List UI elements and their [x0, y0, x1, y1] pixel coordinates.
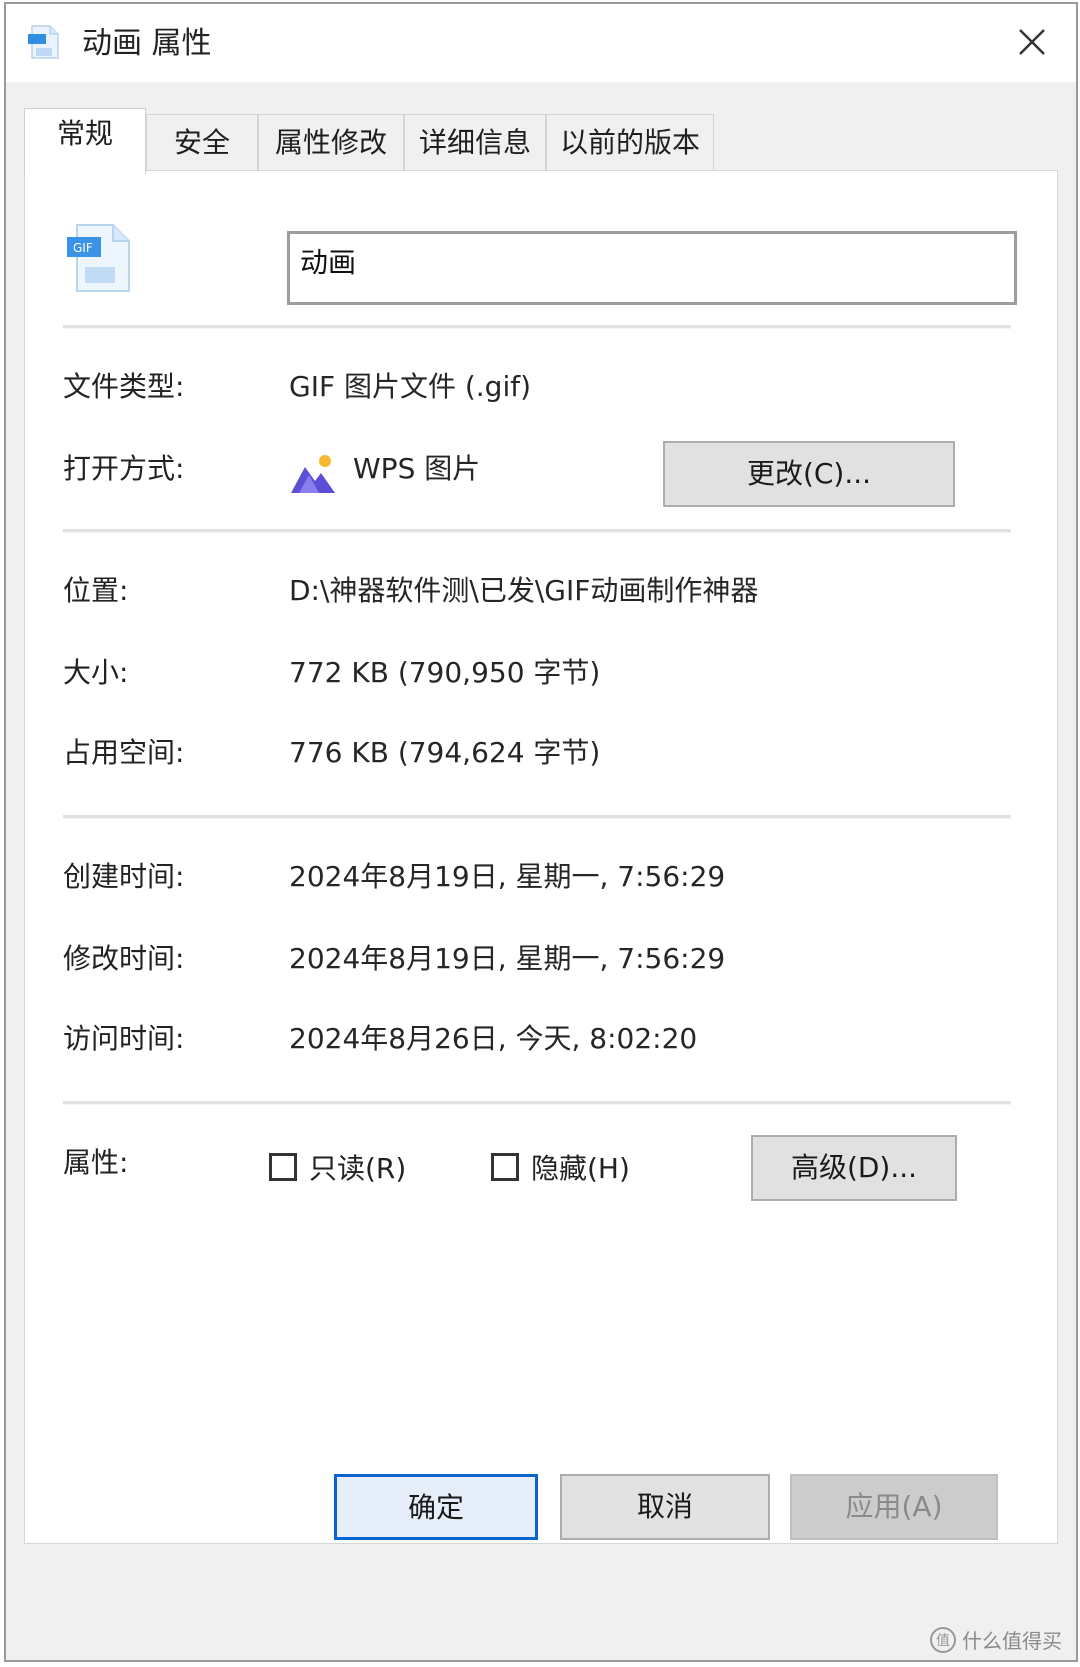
- separator: [63, 529, 1011, 533]
- cancel-button[interactable]: 取消: [560, 1474, 770, 1540]
- ok-button[interactable]: 确定: [334, 1474, 538, 1540]
- size-value: 772 KB (790,950 字节): [289, 656, 601, 689]
- tab-general[interactable]: 常规: [24, 108, 146, 174]
- separator: [63, 1101, 1011, 1105]
- hidden-checkbox[interactable]: [491, 1153, 519, 1181]
- location-value: D:\神器软件测\已发\GIF动画制作神器: [289, 574, 759, 607]
- tab-details[interactable]: 详细信息: [404, 114, 546, 170]
- readonly-label[interactable]: 只读(R): [309, 1149, 406, 1189]
- watermark-text: 什么值得买: [962, 1629, 1062, 1653]
- file-type-value: GIF 图片文件 (.gif): [289, 370, 532, 403]
- file-name-input[interactable]: [287, 231, 1017, 305]
- hidden-label[interactable]: 隐藏(H): [531, 1149, 630, 1189]
- accessed-value: 2024年8月26日, 今天, 8:02:20: [289, 1022, 698, 1055]
- modified-label: 修改时间:: [63, 942, 185, 975]
- title-bar: 动画 属性: [6, 4, 1076, 82]
- readonly-checkbox[interactable]: [269, 1153, 297, 1181]
- gif-file-large-icon: GIF: [67, 224, 130, 292]
- change-button[interactable]: 更改(C)...: [663, 441, 955, 507]
- window-title: 动画 属性: [82, 26, 212, 61]
- svg-text:GIF: GIF: [73, 241, 93, 255]
- location-label: 位置:: [63, 574, 129, 607]
- watermark: 值 什么值得买: [930, 1625, 1062, 1654]
- general-tab-panel: GIF 文件类型: GIF 图片文件 (.gif) 打开方式: WPS 图片 更…: [24, 170, 1058, 1544]
- separator: [63, 815, 1011, 819]
- disk-size-label: 占用空间:: [63, 736, 185, 769]
- separator: [63, 325, 1011, 329]
- created-label: 创建时间:: [63, 860, 185, 893]
- modified-value: 2024年8月19日, 星期一, 7:56:29: [289, 942, 726, 975]
- tab-property-modify[interactable]: 属性修改: [258, 114, 404, 170]
- tab-security[interactable]: 安全: [146, 114, 258, 170]
- disk-size-value: 776 KB (794,624 字节): [289, 736, 601, 769]
- open-with-value: WPS 图片: [353, 452, 481, 485]
- apply-button[interactable]: 应用(A): [790, 1474, 998, 1540]
- wps-picture-icon: [291, 455, 335, 493]
- file-type-label: 文件类型:: [63, 370, 185, 403]
- accessed-label: 访问时间:: [63, 1022, 185, 1055]
- close-icon: [1019, 29, 1045, 55]
- created-value: 2024年8月19日, 星期一, 7:56:29: [289, 860, 726, 893]
- close-button[interactable]: [1006, 18, 1058, 66]
- tab-previous-versions[interactable]: 以前的版本: [546, 114, 714, 170]
- attributes-label: 属性:: [63, 1146, 129, 1179]
- open-with-label: 打开方式:: [63, 452, 185, 485]
- properties-dialog: 动画 属性 常规 安全 属性修改 详细信息 以前的版本 GIF 文件类型: GI…: [4, 2, 1078, 1662]
- advanced-button[interactable]: 高级(D)...: [751, 1135, 957, 1201]
- size-label: 大小:: [63, 656, 129, 689]
- watermark-logo-icon: 值: [930, 1626, 956, 1653]
- gif-file-icon: [28, 25, 59, 59]
